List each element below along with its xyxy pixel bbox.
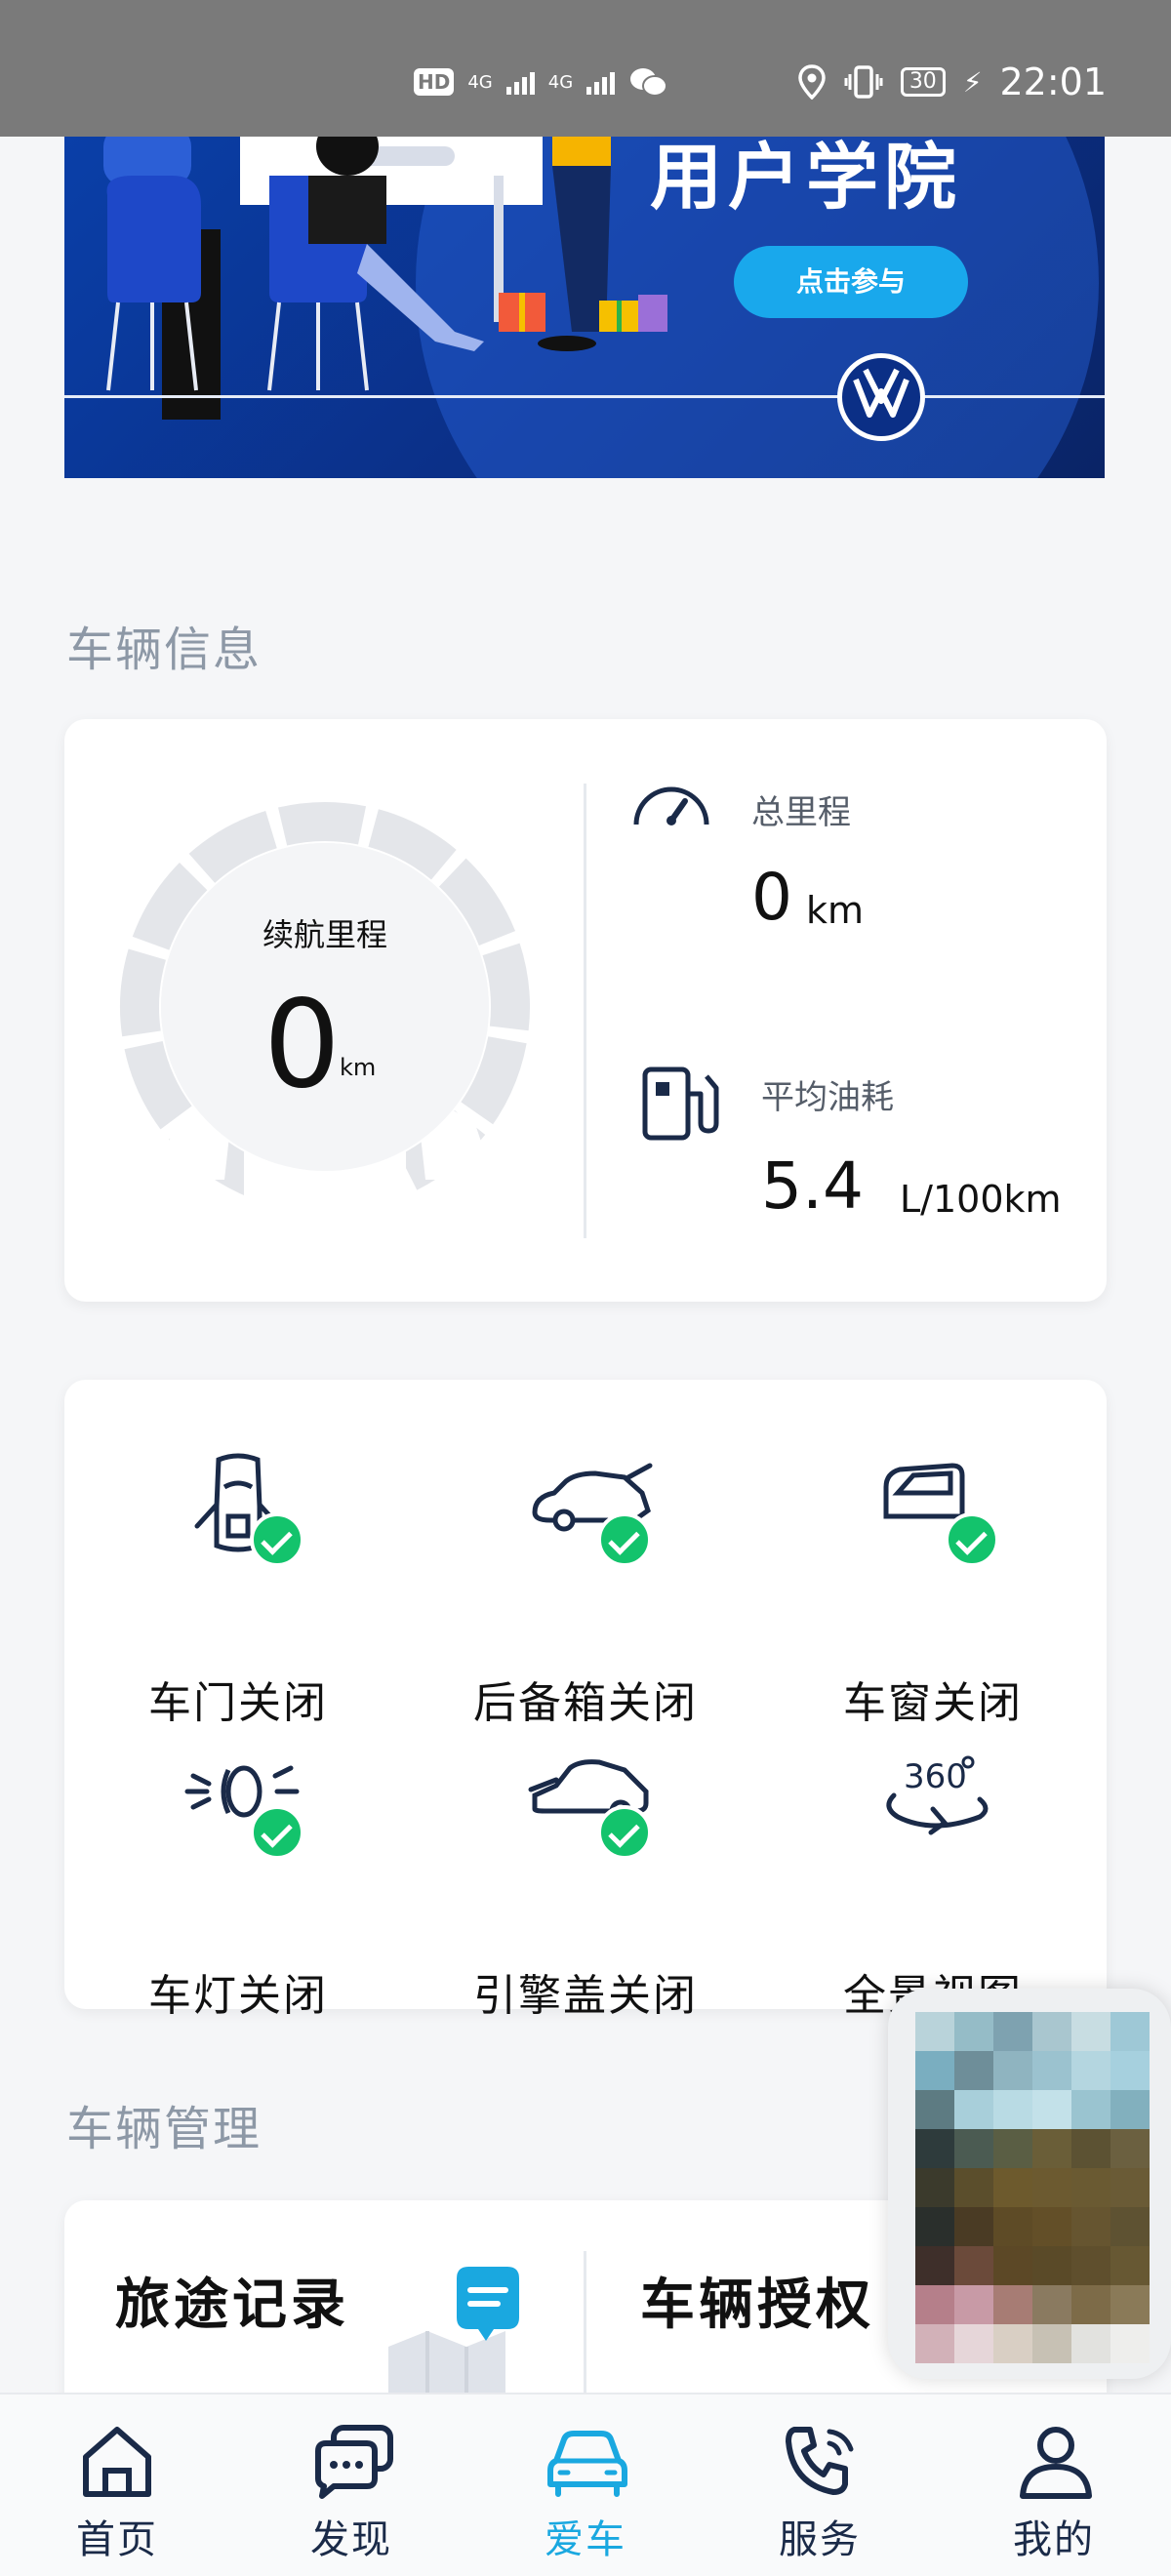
nav-me-label: 我的	[1013, 2517, 1095, 2562]
network-label-1: 4G	[467, 71, 493, 93]
check-icon	[250, 1805, 304, 1860]
car-icon	[547, 2431, 627, 2497]
signal-icon	[505, 69, 535, 95]
status-trunk-label: 后备箱关闭	[473, 1678, 698, 1728]
check-icon	[597, 1512, 652, 1567]
promo-banner[interactable]: 用户学院 点击参与	[64, 137, 1105, 478]
trip-record-button[interactable]: 旅途记录	[115, 2261, 349, 2340]
nav-my-car-label: 爱车	[545, 2517, 626, 2562]
total-mileage-value: 0	[751, 860, 792, 935]
vibrate-icon	[844, 65, 883, 99]
nav-service-label: 服务	[779, 2517, 861, 2562]
charging-icon: ⚡	[962, 65, 983, 99]
status-windows[interactable]: 车窗关闭	[759, 1448, 1107, 1741]
nav-discover-label: 发现	[310, 2517, 392, 2562]
check-icon	[597, 1805, 652, 1860]
vehicle-status-card: 车门关闭 后备箱关闭 车窗关闭 车灯关闭 引擎盖关闭 360	[64, 1380, 1107, 2021]
total-mileage-unit: km	[806, 889, 865, 932]
signal-icon-2	[586, 69, 616, 95]
vehicle-info-heading: 车辆信息	[66, 623, 262, 677]
nav-discover[interactable]: 发现	[234, 2395, 468, 2576]
banner-line	[64, 395, 1105, 398]
nav-my-car[interactable]: 爱车	[468, 2395, 703, 2576]
banner-illustration	[103, 137, 667, 420]
status-right: 30 ⚡ 22:01	[797, 60, 1107, 103]
page: HD 4G 4G 30 ⚡ 22:01 用户学院 点击参与 车辆信息 续航里程 …	[0, 0, 1171, 2576]
fuel-pump-icon	[642, 1067, 719, 1141]
home-icon	[83, 2427, 151, 2497]
nav-home-label: 首页	[76, 2517, 158, 2562]
hd-badge: HD	[414, 68, 455, 96]
svg-text:360: 360	[904, 1757, 967, 1796]
status-doors-label: 车门关闭	[148, 1678, 328, 1728]
vehicle-info-card: 续航里程 0 km 总里程 0 km 平均油耗 5.4 L/100km	[64, 719, 1107, 1302]
battery-icon: 30	[900, 67, 946, 97]
network-label-2: 4G	[547, 71, 574, 93]
pixelated-thumbnail	[915, 2012, 1150, 2363]
status-hood[interactable]: 引擎盖关闭	[412, 1741, 759, 2033]
user-icon	[1020, 2427, 1092, 2499]
status-lights-label: 车灯关闭	[148, 1971, 328, 2021]
nav-service[interactable]: 服务	[703, 2395, 937, 2576]
floating-video-window[interactable]	[888, 1989, 1171, 2379]
check-icon	[250, 1512, 304, 1567]
chat-icon	[315, 2425, 393, 2499]
clock: 22:01	[999, 60, 1107, 103]
phone-icon	[786, 2427, 854, 2495]
status-trunk[interactable]: 后备箱关闭	[412, 1448, 759, 1741]
banner-title: 用户学院	[650, 137, 962, 220]
location-icon	[798, 64, 826, 100]
total-mileage-label: 总里程	[751, 793, 851, 832]
check-icon	[945, 1512, 999, 1567]
avg-fuel-unit: L/100km	[900, 1178, 1062, 1221]
status-left: HD 4G 4G	[414, 66, 668, 98]
nav-home[interactable]: 首页	[0, 2395, 234, 2576]
avg-fuel-value: 5.4	[761, 1148, 864, 1224]
status-lights[interactable]: 车灯关闭	[64, 1741, 412, 2033]
range-label: 续航里程	[262, 916, 387, 953]
avg-fuel-label: 平均油耗	[761, 1078, 894, 1117]
range-value: 0	[263, 975, 341, 1115]
wechat-icon	[630, 68, 668, 97]
banner-cta-button[interactable]: 点击参与	[734, 246, 968, 318]
panorama-360-icon: 360	[886, 1755, 989, 1835]
vehicle-management-heading: 车辆管理	[66, 2102, 262, 2156]
info-divider	[584, 784, 586, 1238]
status-windows-label: 车窗关闭	[843, 1678, 1023, 1728]
status-hood-label: 引擎盖关闭	[473, 1971, 698, 2021]
nav-me[interactable]: 我的	[937, 2395, 1171, 2576]
bottom-nav: 首页 发现 爱车 服务 我的	[0, 2393, 1171, 2576]
speedometer-icon	[633, 786, 709, 825]
vehicle-authorization-button[interactable]: 车辆授权	[640, 2261, 874, 2340]
status-doors[interactable]: 车门关闭	[64, 1448, 412, 1741]
status-bar: HD 4G 4G 30 ⚡ 22:01	[0, 0, 1171, 137]
range-unit: km	[340, 1054, 377, 1081]
vw-logo-icon	[837, 353, 925, 441]
